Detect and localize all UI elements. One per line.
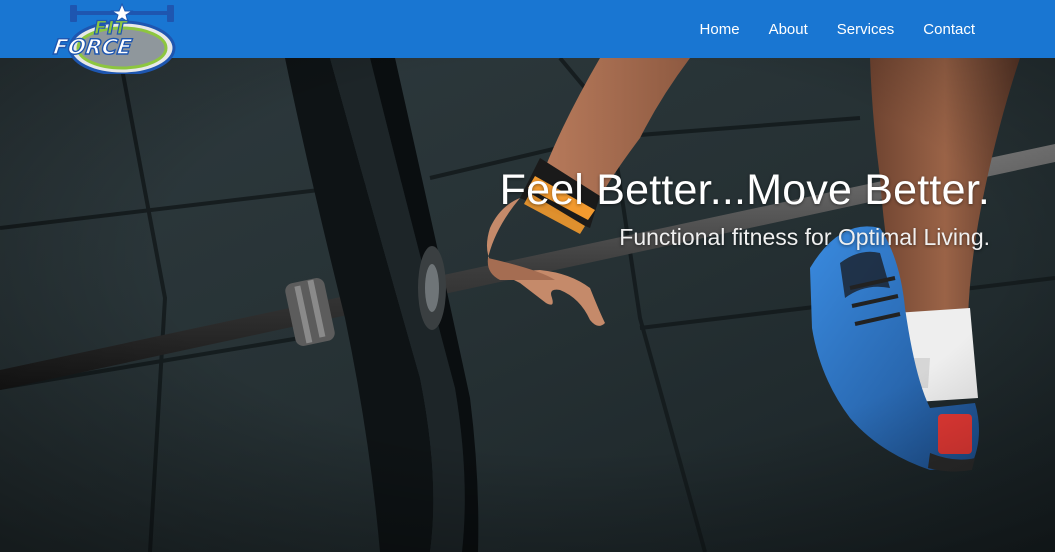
site-logo[interactable]: FIT FORCE <box>51 2 192 76</box>
hero-text-block: Feel Better...Move Better. Functional fi… <box>500 166 990 251</box>
hero-subtitle: Functional fitness for Optimal Living. <box>619 224 990 250</box>
hero-background-image <box>0 58 1055 552</box>
hero-title: Feel Better...Move Better. <box>499 166 990 214</box>
logo-text-force: FORCE <box>52 34 134 59</box>
nav-about-link[interactable]: About <box>769 21 808 38</box>
main-nav: Home About Services Contact <box>671 0 975 58</box>
nav-services-link[interactable]: Services <box>837 21 895 38</box>
hero-section: Feel Better...Move Better. Functional fi… <box>0 58 1055 552</box>
fit-force-logo-graphic: FIT FORCE <box>51 2 176 76</box>
nav-home-link[interactable]: Home <box>700 21 740 38</box>
nav-contact-link[interactable]: Contact <box>923 21 975 38</box>
